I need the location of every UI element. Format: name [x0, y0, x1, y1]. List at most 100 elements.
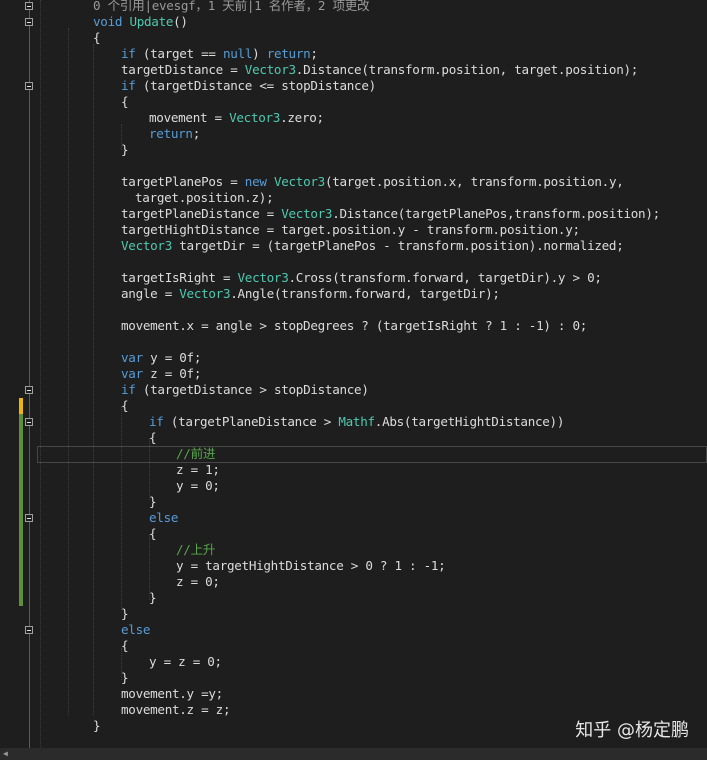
code-line[interactable]: //上升 — [0, 542, 707, 558]
collapse-toggle-icon[interactable] — [25, 82, 33, 90]
code-line[interactable]: var y = 0f; — [0, 350, 707, 366]
code-line[interactable] — [0, 158, 707, 174]
code-line[interactable]: y = targetHightDistance > 0 ? 1 : -1; — [0, 558, 707, 574]
code-line[interactable] — [0, 254, 707, 270]
code-line[interactable]: { — [0, 398, 707, 414]
code-text: targetIsRight = Vector3.Cross(transform.… — [121, 270, 602, 286]
code-token: .Abs(targetHightDistance)) — [374, 414, 565, 429]
code-line[interactable]: if (targetDistance > stopDistance) — [0, 382, 707, 398]
code-token: Mathf — [338, 414, 375, 429]
code-line[interactable]: targetPlanePos = new Vector3(target.posi… — [0, 174, 707, 190]
code-line[interactable]: void Update() — [0, 14, 707, 30]
code-token: .Distance(transform.position, target.pos… — [295, 62, 639, 77]
scroll-left-arrow-icon[interactable]: ◀ — [3, 750, 8, 758]
code-line[interactable]: } — [0, 494, 707, 510]
indent-guide — [121, 648, 122, 680]
code-text: if (targetDistance <= stopDistance) — [121, 78, 376, 94]
code-text: movement = Vector3.zero; — [149, 110, 324, 126]
code-line[interactable]: angle = Vector3.Angle(transform.forward,… — [0, 286, 707, 302]
code-line[interactable] — [0, 302, 707, 318]
code-text: target.position.z); — [135, 190, 274, 206]
code-text: { — [121, 94, 129, 110]
code-line[interactable]: movement = Vector3.zero; — [0, 110, 707, 126]
code-line[interactable]: } — [0, 670, 707, 686]
current-line-highlight — [37, 446, 707, 463]
collapse-toggle-icon[interactable] — [25, 514, 33, 522]
code-token: (targetDistance > stopDistance) — [135, 382, 369, 397]
collapse-toggle-icon[interactable] — [25, 18, 33, 26]
code-line[interactable]: movement.y =y; — [0, 686, 707, 702]
code-line[interactable]: var z = 0f; — [0, 366, 707, 382]
code-editor[interactable]: 0 个引用|evesgf，1 天前|1 名作者，2 项更改 void Updat… — [0, 0, 707, 748]
code-text: //上升 — [176, 542, 215, 558]
code-token: { — [121, 638, 129, 653]
code-text: movement.x = angle > stopDegrees ? (targ… — [121, 318, 587, 334]
code-token: { — [149, 430, 157, 445]
code-line[interactable]: if (target == null) return; — [0, 46, 707, 62]
code-token: .zero; — [280, 110, 324, 125]
code-line[interactable]: targetPlaneDistance = Vector3.Distance(t… — [0, 206, 707, 222]
code-line[interactable]: else — [0, 622, 707, 638]
code-token: Vector3 — [237, 270, 289, 285]
code-line[interactable]: if (targetDistance <= stopDistance) — [0, 78, 707, 94]
code-token: //上升 — [176, 542, 216, 557]
collapse-toggle-icon[interactable] — [25, 418, 33, 426]
code-token: if — [121, 78, 136, 93]
code-token: z = 1; — [176, 462, 220, 477]
code-line[interactable]: { — [0, 526, 707, 542]
code-line[interactable]: targetHightDistance = target.position.y … — [0, 222, 707, 238]
code-line[interactable]: targetIsRight = Vector3.Cross(transform.… — [0, 270, 707, 286]
code-line[interactable]: } — [0, 142, 707, 158]
code-line[interactable]: target.position.z); — [0, 190, 707, 206]
code-line[interactable]: return; — [0, 126, 707, 142]
code-token: y = targetHightDistance > 0 ? 1 : -1; — [176, 558, 446, 573]
indent-guide — [68, 28, 69, 716]
collapse-toggle-icon[interactable] — [25, 626, 33, 634]
code-line[interactable]: { — [0, 430, 707, 446]
code-token: targetPlanePos = — [121, 174, 245, 189]
code-line[interactable]: //前进 — [0, 446, 707, 463]
code-text: } — [121, 606, 129, 622]
code-token: movement.z = z; — [121, 702, 231, 717]
code-text: } — [121, 670, 129, 686]
code-text: var y = 0f; — [121, 350, 201, 366]
code-line[interactable]: } — [0, 590, 707, 606]
code-line[interactable]: y = 0; — [0, 478, 707, 494]
code-line[interactable]: z = 1; — [0, 462, 707, 478]
code-token: z = 0; — [176, 574, 220, 589]
code-line[interactable]: y = z = 0; — [0, 654, 707, 670]
code-token: y = z = 0; — [149, 654, 222, 669]
code-line[interactable]: movement.x = angle > stopDegrees ? (targ… — [0, 318, 707, 334]
indent-guide — [121, 406, 122, 610]
code-text: { — [93, 30, 101, 46]
code-text: else — [149, 510, 178, 526]
code-line[interactable]: } — [0, 606, 707, 622]
code-token: Vector3 — [121, 238, 172, 253]
code-token: Vector3 — [281, 206, 333, 221]
code-line[interactable]: Vector3 targetDir = (targetPlanePos - tr… — [0, 238, 707, 254]
code-text: if (target == null) return; — [121, 46, 318, 62]
code-line[interactable]: { — [0, 638, 707, 654]
code-text: //前进 — [176, 446, 215, 462]
code-text: var z = 0f; — [121, 366, 201, 382]
code-text: } — [149, 494, 157, 510]
indent-guide — [121, 124, 122, 150]
code-text: } — [149, 590, 157, 606]
code-token: .Distance(targetPlanePos,transform.posit… — [332, 206, 660, 221]
code-line[interactable]: if (targetPlaneDistance > Mathf.Abs(targ… — [0, 414, 707, 430]
code-token: .Angle(transform.forward, targetDir); — [230, 286, 500, 301]
code-line[interactable]: { — [0, 94, 707, 110]
codelens-annotation[interactable]: 0 个引用|evesgf，1 天前|1 名作者，2 项更改 — [0, 0, 707, 14]
code-token: () — [173, 14, 188, 29]
horizontal-scrollbar[interactable]: ◀ — [0, 748, 707, 760]
collapse-toggle-icon[interactable] — [25, 386, 33, 394]
code-line[interactable] — [0, 334, 707, 350]
code-line[interactable]: targetDistance = Vector3.Distance(transf… — [0, 62, 707, 78]
code-line[interactable]: { — [0, 30, 707, 46]
collapse-toggle-icon[interactable] — [25, 2, 33, 10]
code-token: } — [149, 494, 157, 509]
code-line[interactable]: else — [0, 510, 707, 526]
code-line[interactable]: z = 0; — [0, 574, 707, 590]
code-text: void Update() — [93, 14, 188, 30]
